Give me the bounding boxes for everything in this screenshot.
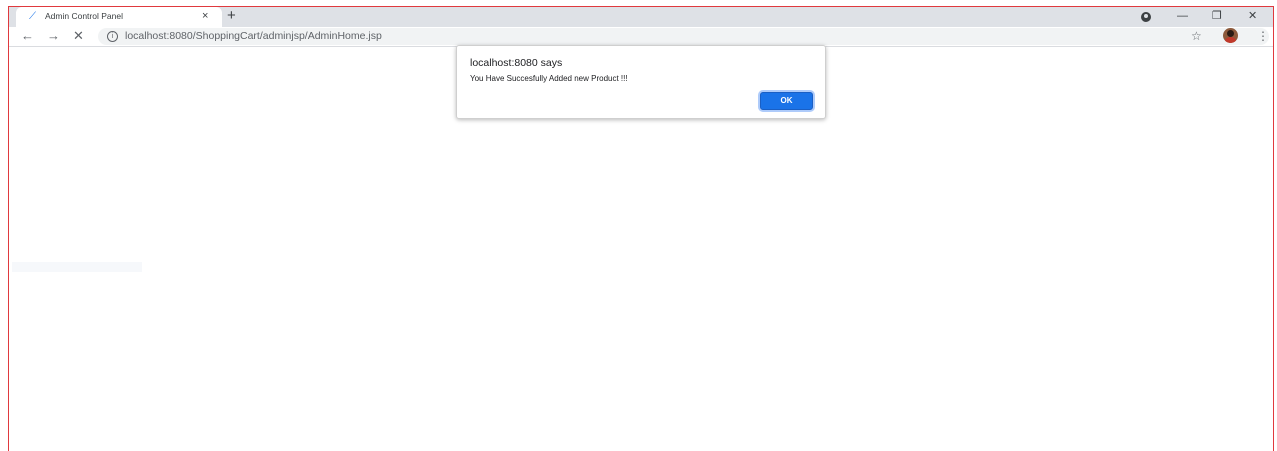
stop-loading-button[interactable]: ✕ [73, 28, 84, 44]
browser-menu-icon[interactable]: ⋮ [1257, 28, 1269, 44]
loading-favicon-icon: ⟋ [29, 11, 36, 22]
dialog-title: localhost:8080 says [470, 57, 563, 69]
forward-button[interactable]: → [47, 28, 60, 44]
ok-button[interactable]: OK [760, 92, 813, 110]
restore-button[interactable]: ❐ [1212, 9, 1222, 23]
browser-toolbar: ← → ✕ i localhost:8080/ShoppingCart/admi… [9, 27, 1273, 47]
tab-strip: ⟋ Admin Control Panel × + — ❐ ✕ [9, 7, 1273, 27]
tab-close-icon[interactable]: × [202, 10, 208, 22]
close-window-button[interactable]: ✕ [1248, 9, 1257, 23]
back-button[interactable]: ← [21, 28, 34, 44]
address-bar[interactable]: i localhost:8080/ShoppingCart/adminjsp/A… [98, 28, 1269, 45]
profile-avatar[interactable] [1223, 28, 1238, 43]
media-indicator-icon[interactable] [1141, 12, 1151, 22]
status-bubble [12, 262, 142, 272]
site-info-icon[interactable]: i [107, 31, 118, 42]
tab-admin-control-panel[interactable]: ⟋ Admin Control Panel × [16, 7, 222, 27]
tab-title: Admin Control Panel [45, 11, 123, 21]
dialog-message: You Have Succesfully Added new Product !… [470, 74, 628, 83]
new-tab-button[interactable]: + [227, 7, 236, 25]
alert-dialog: localhost:8080 says You Have Succesfully… [456, 45, 826, 119]
minimize-button[interactable]: — [1177, 9, 1188, 23]
url-text[interactable]: localhost:8080/ShoppingCart/adminjsp/Adm… [125, 30, 382, 42]
bookmark-star-icon[interactable]: ☆ [1191, 28, 1202, 44]
